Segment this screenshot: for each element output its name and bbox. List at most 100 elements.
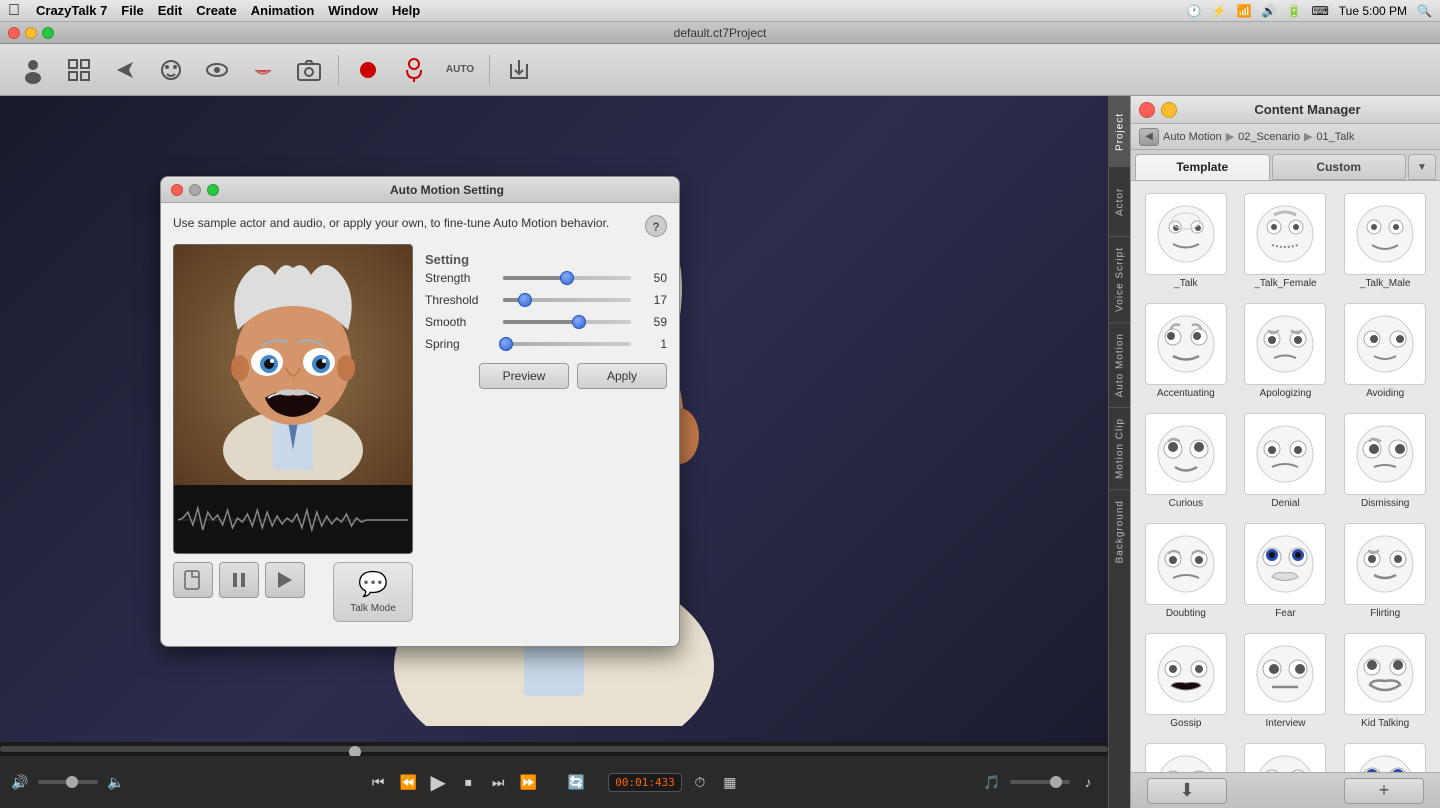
- cm-item-avoiding[interactable]: Avoiding: [1338, 299, 1432, 403]
- go-start-btn[interactable]: ⏮: [366, 770, 390, 794]
- audio-file-btn[interactable]: [173, 562, 213, 598]
- toolbar-transform-btn[interactable]: [104, 49, 146, 91]
- audio-slider[interactable]: [1010, 780, 1070, 784]
- apple-logo[interactable]: : [8, 2, 20, 20]
- cm-item-fear[interactable]: Fear: [1239, 519, 1333, 623]
- cm-tab-template[interactable]: Template: [1135, 154, 1270, 180]
- cm-close-btn[interactable]: [1139, 102, 1155, 118]
- go-end-btn[interactable]: ⏭: [486, 770, 510, 794]
- cm-item-interview[interactable]: Interview: [1239, 629, 1333, 733]
- toolbar-eye-btn[interactable]: [196, 49, 238, 91]
- apply-button[interactable]: Apply: [577, 363, 667, 389]
- cm-item-dismissing[interactable]: Dismissing: [1338, 409, 1432, 513]
- smooth-slider-container[interactable]: [503, 316, 631, 328]
- window-minimize-btn[interactable]: [25, 27, 37, 39]
- cm-download-btn[interactable]: ⬇: [1147, 778, 1227, 804]
- toolbar-mouth-btn[interactable]: [242, 49, 284, 91]
- spring-slider-container[interactable]: [503, 338, 631, 350]
- next-frame-btn[interactable]: ⏩: [516, 770, 540, 794]
- pause-btn[interactable]: [219, 562, 259, 598]
- preview-button[interactable]: Preview: [479, 363, 569, 389]
- cm-item-curious[interactable]: Curious: [1139, 409, 1233, 513]
- dialog-help-btn[interactable]: ?: [645, 215, 667, 237]
- strength-slider-container[interactable]: [503, 272, 631, 284]
- play-btn[interactable]: ▶: [426, 770, 450, 794]
- toolbar-auto-btn[interactable]: AUTO: [439, 49, 481, 91]
- cm-item-talk-female[interactable]: _Talk_Female: [1239, 189, 1333, 293]
- menu-crazytalk[interactable]: CrazyTalk 7: [36, 3, 107, 18]
- strength-thumb[interactable]: [560, 271, 574, 285]
- menu-volume-icon: 🔊: [1262, 4, 1277, 18]
- talk-mode-btn[interactable]: 💬 Talk Mode: [333, 562, 413, 622]
- window-title: default.ct7Project: [674, 26, 767, 40]
- cm-thumb-talk-male: [1344, 193, 1426, 275]
- toolbar-person-btn[interactable]: [12, 49, 54, 91]
- menu-help[interactable]: Help: [392, 3, 420, 18]
- cm-expand-btn[interactable]: [1161, 102, 1177, 118]
- vtab-auto-motion[interactable]: Auto Motion: [1109, 322, 1131, 407]
- vtab-project[interactable]: Project: [1109, 96, 1131, 166]
- toolbar-camera-btn[interactable]: [288, 49, 330, 91]
- cm-item-talk-male[interactable]: _Talk_Male: [1338, 189, 1432, 293]
- toolbar-grid-btn[interactable]: [58, 49, 100, 91]
- cm-crumb-auto-motion[interactable]: Auto Motion: [1163, 131, 1222, 143]
- cm-item-18[interactable]: [1338, 739, 1432, 772]
- threshold-thumb[interactable]: [518, 293, 532, 307]
- cm-item-denial[interactable]: Denial: [1239, 409, 1333, 513]
- grid-view-btn[interactable]: ▦: [718, 770, 742, 794]
- audio-thumb[interactable]: [1050, 776, 1062, 788]
- cm-label-talk-female: _Talk_Female: [1254, 278, 1316, 289]
- cm-back-btn[interactable]: ◀: [1139, 128, 1159, 146]
- cm-label-talk: _Talk: [1174, 278, 1197, 289]
- cm-dropdown-btn[interactable]: ▼: [1408, 154, 1436, 180]
- stop-btn[interactable]: ⏹: [456, 770, 480, 794]
- cm-item-17[interactable]: [1239, 739, 1333, 772]
- volume-slider[interactable]: [38, 780, 98, 784]
- cm-item-accentuating[interactable]: Accentuating: [1139, 299, 1233, 403]
- dialog-min-btn[interactable]: [189, 184, 201, 196]
- strength-fill: [503, 276, 567, 280]
- cm-item-kid-talking[interactable]: Kid Talking: [1338, 629, 1432, 733]
- vtab-voice-script[interactable]: Voice Script: [1109, 236, 1131, 322]
- toolbar-audio-record-btn[interactable]: [393, 49, 435, 91]
- cm-item-talk[interactable]: _Talk: [1139, 189, 1233, 293]
- dialog-close-btn[interactable]: [171, 184, 183, 196]
- cm-crumb-talk[interactable]: 01_Talk: [1316, 131, 1354, 143]
- toolbar-export-btn[interactable]: [498, 49, 540, 91]
- menu-create[interactable]: Create: [196, 3, 236, 18]
- audio-play-btn[interactable]: [265, 562, 305, 598]
- cm-item-apologizing[interactable]: Apologizing: [1239, 299, 1333, 403]
- cm-tabs: Template Custom ▼: [1131, 150, 1440, 181]
- toolbar-record-btn[interactable]: [347, 49, 389, 91]
- volume-thumb[interactable]: [66, 776, 78, 788]
- cm-item-flirting[interactable]: Flirting: [1338, 519, 1432, 623]
- threshold-track: [503, 298, 631, 302]
- cm-tab-custom[interactable]: Custom: [1272, 154, 1407, 180]
- rewind-btn[interactable]: ⏪: [396, 770, 420, 794]
- loop-btn[interactable]: 🔄: [564, 770, 588, 794]
- cm-add-btn[interactable]: +: [1344, 778, 1424, 804]
- spring-thumb[interactable]: [499, 337, 513, 351]
- window-maximize-btn[interactable]: [42, 27, 54, 39]
- menu-search-icon[interactable]: 🔍: [1417, 4, 1432, 18]
- spring-value: 1: [639, 337, 667, 351]
- timeline-track[interactable]: [0, 746, 1108, 752]
- toolbar-face-btn[interactable]: [150, 49, 192, 91]
- metronome-btn[interactable]: ⏱: [688, 770, 712, 794]
- menu-window[interactable]: Window: [328, 3, 378, 18]
- vtab-motion-clip[interactable]: Motion Clip: [1109, 407, 1131, 489]
- menu-edit[interactable]: Edit: [158, 3, 183, 18]
- cm-item-doubting[interactable]: Doubting: [1139, 519, 1233, 623]
- cm-item-16[interactable]: [1139, 739, 1233, 772]
- smooth-thumb[interactable]: [572, 315, 586, 329]
- vtab-actor[interactable]: Actor: [1109, 166, 1131, 236]
- auto-motion-dialog[interactable]: Auto Motion Setting ? Use sample actor a…: [160, 176, 680, 647]
- dialog-max-btn[interactable]: [207, 184, 219, 196]
- vtab-background[interactable]: Background: [1109, 489, 1131, 573]
- menu-file[interactable]: File: [121, 3, 143, 18]
- menu-animation[interactable]: Animation: [251, 3, 315, 18]
- cm-item-gossip[interactable]: Gossip: [1139, 629, 1233, 733]
- threshold-slider-container[interactable]: [503, 294, 631, 306]
- cm-crumb-scenario[interactable]: 02_Scenario: [1238, 131, 1300, 143]
- window-close-btn[interactable]: [8, 27, 20, 39]
